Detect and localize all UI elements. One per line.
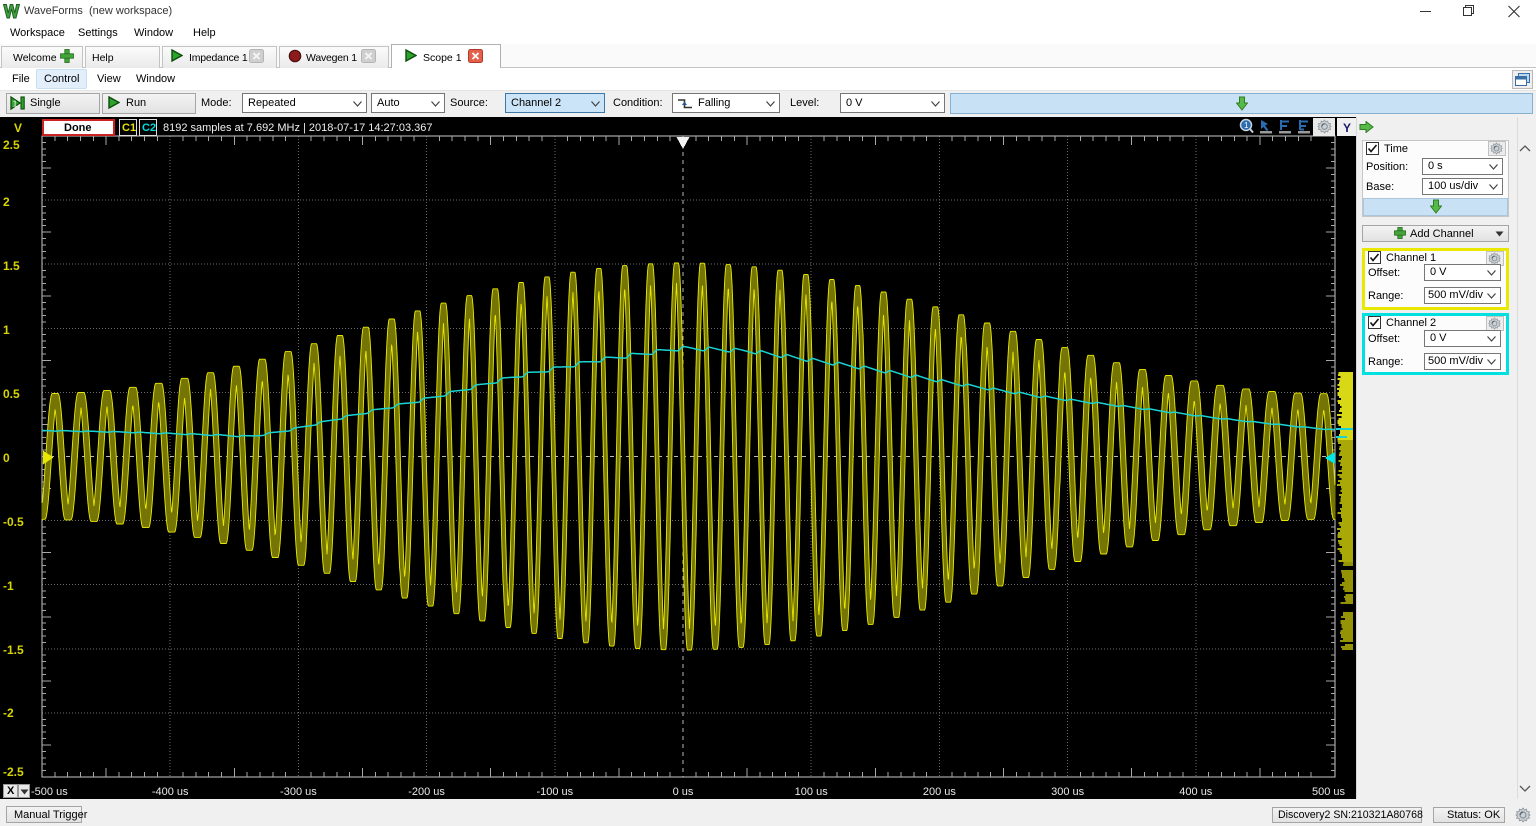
svg-text:200 us: 200 us xyxy=(923,786,957,798)
svg-text:1: 1 xyxy=(3,323,10,337)
svg-text:1: 1 xyxy=(1244,121,1249,130)
svg-text:-0.5: -0.5 xyxy=(3,515,24,529)
svg-text:0 us: 0 us xyxy=(673,786,694,798)
svg-text:0: 0 xyxy=(3,451,10,465)
svg-text:-200 us: -200 us xyxy=(408,786,445,798)
svg-text:500 us: 500 us xyxy=(1312,786,1346,798)
svg-text:-500 us: -500 us xyxy=(31,786,68,798)
svg-text:-300 us: -300 us xyxy=(280,786,317,798)
svg-text:1.5: 1.5 xyxy=(3,259,20,273)
svg-text:300 us: 300 us xyxy=(1051,786,1085,798)
svg-text:0.5: 0.5 xyxy=(3,387,20,401)
svg-text:100 us: 100 us xyxy=(795,786,829,798)
svg-text:1: 1 xyxy=(13,99,18,109)
svg-text:-2: -2 xyxy=(3,706,14,720)
svg-text:-1: -1 xyxy=(3,579,14,593)
svg-text:2.5: 2.5 xyxy=(3,138,20,152)
svg-text:-400 us: -400 us xyxy=(152,786,189,798)
svg-text:400 us: 400 us xyxy=(1179,786,1213,798)
svg-text:-100 us: -100 us xyxy=(536,786,573,798)
svg-text:-1.5: -1.5 xyxy=(3,643,24,657)
svg-text:2: 2 xyxy=(3,195,10,209)
svg-text:-2.5: -2.5 xyxy=(3,765,24,779)
